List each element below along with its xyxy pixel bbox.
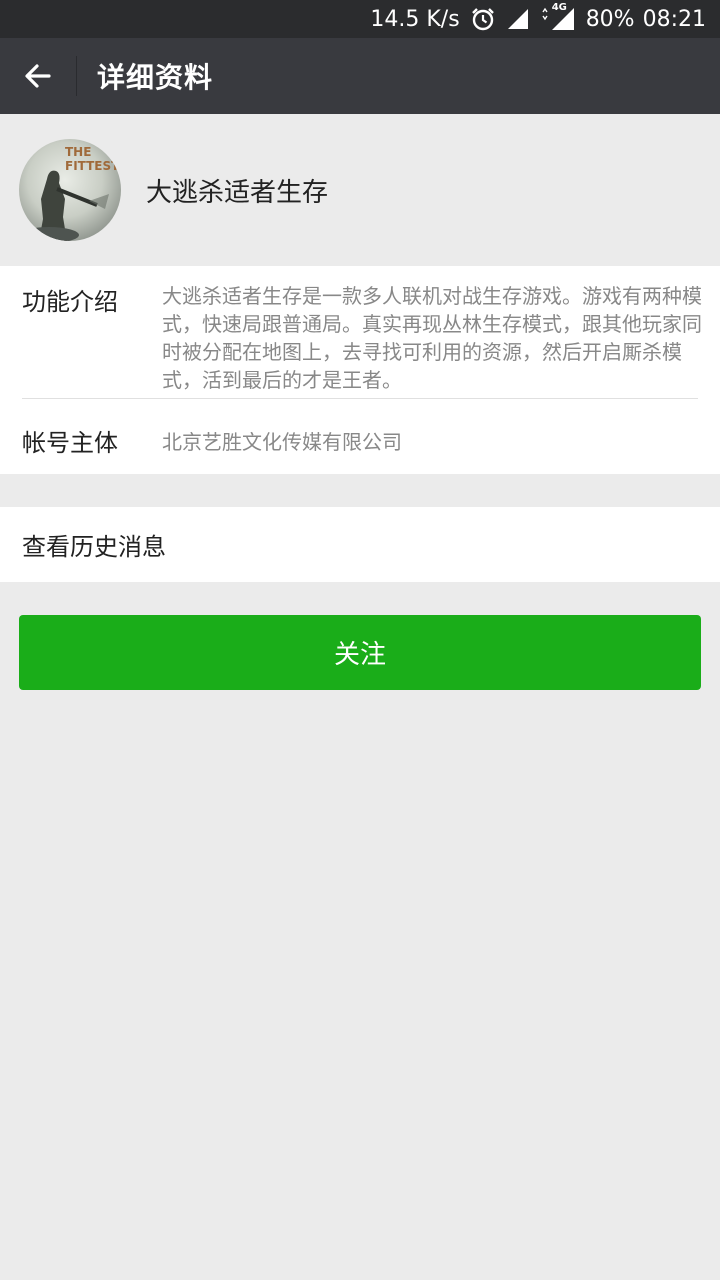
- network-speed: 14.5 K/s: [370, 6, 460, 32]
- battery-level: 80%: [585, 6, 635, 32]
- clock-time: 08:21: [642, 6, 706, 32]
- history-messages-label: 查看历史消息: [22, 533, 166, 561]
- account-name: 大逃杀适者生存: [146, 177, 329, 208]
- row-divider: [22, 398, 698, 399]
- back-button[interactable]: [0, 38, 76, 114]
- arrow-left-icon: [25, 64, 51, 88]
- page-title: 详细资料: [97, 61, 214, 94]
- signal-icon: [506, 7, 530, 31]
- info-card: 功能介绍 大逃杀适者生存是一款多人联机对战生存游戏。游戏有两种模式，快速局跟普通…: [0, 266, 720, 474]
- owner-text: 北京艺胜文化传媒有限公司: [162, 430, 402, 454]
- network-type: 4G: [551, 2, 567, 13]
- history-messages-row[interactable]: 查看历史消息: [0, 507, 720, 582]
- title-divider: [76, 56, 77, 96]
- profile-header: THE FITTEST 大逃杀适者生存: [0, 114, 720, 266]
- intro-row: 功能介绍 大逃杀适者生存是一款多人联机对战生存游戏。游戏有两种模式，快速局跟普通…: [0, 266, 720, 398]
- follow-button[interactable]: 关注: [19, 615, 701, 690]
- alarm-icon: [470, 6, 496, 32]
- title-bar: 详细资料: [0, 38, 720, 114]
- intro-text: 大逃杀适者生存是一款多人联机对战生存游戏。游戏有两种模式，快速局跟普通局。真实再…: [162, 284, 702, 392]
- intro-label: 功能介绍: [22, 288, 118, 316]
- signal-4g-icon: 4G: [540, 2, 576, 32]
- owner-label: 帐号主体: [22, 429, 118, 457]
- avatar-logo-text: THE FITTEST: [65, 145, 120, 173]
- avatar[interactable]: THE FITTEST: [19, 139, 121, 241]
- status-bar: 14.5 K/s 4G 80% 08:21: [0, 0, 720, 38]
